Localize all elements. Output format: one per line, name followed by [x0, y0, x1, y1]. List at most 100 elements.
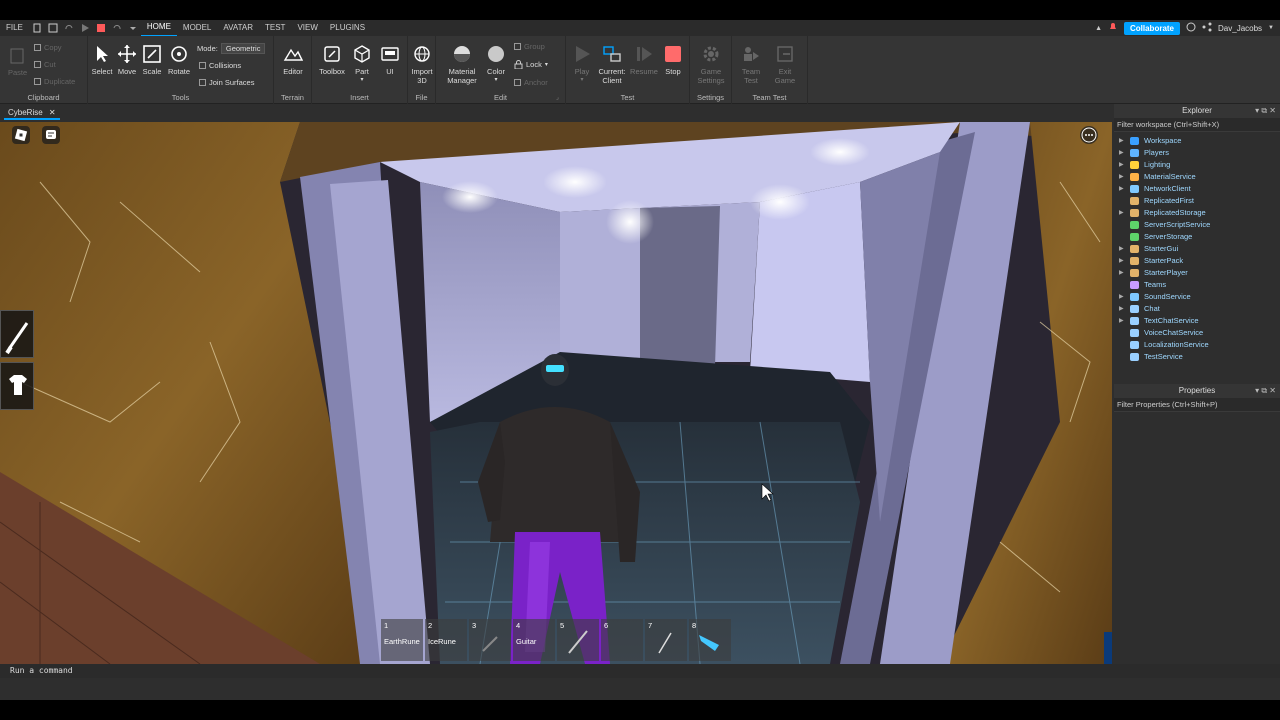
- explorer-item[interactable]: ReplicatedFirst: [1114, 195, 1280, 207]
- new-file-icon[interactable]: [32, 23, 42, 33]
- anchor-button[interactable]: Anchor: [514, 78, 548, 87]
- tab-avatar[interactable]: AVATAR: [217, 20, 259, 36]
- hotbar-slot-7[interactable]: 7: [645, 619, 687, 661]
- stop-small-icon[interactable]: [96, 23, 106, 33]
- tab-test[interactable]: TEST: [259, 20, 291, 36]
- team-test-button[interactable]: Team Test: [736, 44, 766, 85]
- expand-arrow-icon[interactable]: ▶: [1119, 255, 1124, 267]
- material-manager-button[interactable]: Material Manager: [444, 44, 480, 85]
- group-button[interactable]: Group: [514, 42, 545, 51]
- hotbar-slot-3[interactable]: 3: [469, 619, 511, 661]
- explorer-item[interactable]: ▶ StarterPack: [1114, 255, 1280, 267]
- hotbar-slot-8[interactable]: 8: [689, 619, 731, 661]
- roblox-menu-icon[interactable]: [12, 126, 30, 144]
- join-surfaces-toggle[interactable]: Join Surfaces: [199, 78, 254, 87]
- join-surfaces-checkbox[interactable]: [199, 79, 206, 86]
- notification-bell-icon[interactable]: [1108, 22, 1118, 34]
- undo-icon[interactable]: [112, 23, 122, 33]
- terrain-editor-button[interactable]: Editor: [280, 44, 306, 76]
- collisions-toggle[interactable]: Collisions: [199, 61, 241, 70]
- mode-selector[interactable]: Mode: Geometric: [197, 43, 266, 54]
- hotbar-slot-4[interactable]: 4 Guitar: [513, 619, 555, 661]
- properties-panel-controls[interactable]: ▾ ⧉ ✕: [1255, 384, 1276, 398]
- tab-plugins[interactable]: PLUGINS: [324, 20, 371, 36]
- hotbar-slot-2[interactable]: 2 IceRune: [425, 619, 467, 661]
- expand-arrow-icon[interactable]: ▶: [1119, 207, 1124, 219]
- command-bar-input[interactable]: Run a command: [0, 664, 1280, 678]
- more-options-icon[interactable]: [1080, 126, 1098, 144]
- game-viewport[interactable]: 1 EarthRune 2 IceRune 3 4 Guitar 5 6 7 8: [0, 122, 1112, 664]
- explorer-item[interactable]: Teams: [1114, 279, 1280, 291]
- explorer-item[interactable]: ▶ Players: [1114, 147, 1280, 159]
- help-icon[interactable]: [1186, 22, 1196, 34]
- hotbar-slot-6[interactable]: 6: [601, 619, 643, 661]
- collaborate-button[interactable]: Collaborate: [1124, 21, 1181, 35]
- share-icon[interactable]: [1202, 22, 1212, 34]
- duplicate-button[interactable]: Duplicate: [34, 77, 75, 86]
- explorer-item[interactable]: TestService: [1114, 351, 1280, 363]
- import-3d-button[interactable]: Import 3D: [409, 44, 435, 85]
- shirt-tool[interactable]: [0, 362, 34, 410]
- cut-button[interactable]: Cut: [34, 60, 56, 69]
- paintbrush-tool[interactable]: [0, 310, 34, 358]
- user-name[interactable]: Dav_Jacobs: [1218, 24, 1262, 33]
- tab-home[interactable]: HOME: [140, 19, 177, 37]
- hotbar-slot-1[interactable]: 1 EarthRune: [381, 619, 423, 661]
- explorer-item[interactable]: ServerScriptService: [1114, 219, 1280, 231]
- explorer-item[interactable]: ▶ Chat: [1114, 303, 1280, 315]
- color-button[interactable]: Color ▾: [484, 44, 508, 83]
- document-tab[interactable]: CybeRise ✕: [4, 106, 60, 120]
- expand-arrow-icon[interactable]: ▶: [1119, 159, 1124, 171]
- collapse-ribbon-icon[interactable]: ▲: [1095, 25, 1102, 32]
- expand-arrow-icon[interactable]: ▶: [1119, 171, 1124, 183]
- hotbar-slot-5[interactable]: 5: [557, 619, 599, 661]
- collisions-checkbox[interactable]: [199, 62, 206, 69]
- stop-button[interactable]: Stop: [660, 44, 686, 76]
- toolbox-button[interactable]: Toolbox: [316, 44, 348, 76]
- ui-button[interactable]: UI: [378, 44, 402, 76]
- expand-arrow-icon[interactable]: ▶: [1119, 183, 1124, 195]
- exit-game-button[interactable]: Exit Game: [770, 44, 800, 85]
- expand-arrow-icon[interactable]: ▶: [1119, 135, 1124, 147]
- part-button[interactable]: Part ▾: [350, 44, 374, 83]
- paste-button[interactable]: [8, 46, 26, 64]
- properties-filter-input[interactable]: Filter Properties (Ctrl+Shift+P): [1114, 398, 1280, 412]
- lock-button[interactable]: Lock ▾: [514, 60, 548, 69]
- save-icon[interactable]: [48, 23, 58, 33]
- explorer-item[interactable]: ▶ Lighting: [1114, 159, 1280, 171]
- file-menu[interactable]: FILE: [0, 20, 29, 36]
- quick-access-dropdown-icon[interactable]: [128, 23, 138, 33]
- select-button[interactable]: Select: [90, 44, 114, 76]
- expand-arrow-icon[interactable]: ▶: [1119, 303, 1124, 315]
- explorer-panel-controls[interactable]: ▾ ⧉ ✕: [1255, 104, 1276, 118]
- mode-dropdown[interactable]: Geometric: [220, 43, 266, 54]
- resume-button[interactable]: Resume: [630, 44, 658, 76]
- close-tab-icon[interactable]: ✕: [49, 108, 56, 117]
- explorer-item[interactable]: VoiceChatService: [1114, 327, 1280, 339]
- explorer-item[interactable]: LocalizationService: [1114, 339, 1280, 351]
- expand-arrow-icon[interactable]: ▶: [1119, 267, 1124, 279]
- explorer-item[interactable]: ServerStorage: [1114, 231, 1280, 243]
- chat-icon[interactable]: [42, 126, 60, 144]
- move-button[interactable]: Move: [115, 44, 139, 76]
- explorer-item[interactable]: ▶ Workspace: [1114, 135, 1280, 147]
- ribbon-expand-icon[interactable]: ⌟: [556, 94, 559, 101]
- rotate-button[interactable]: Rotate: [166, 44, 192, 76]
- explorer-item[interactable]: ▶ SoundService: [1114, 291, 1280, 303]
- copy-button[interactable]: Copy: [34, 43, 62, 52]
- explorer-item[interactable]: ▶ TextChatService: [1114, 315, 1280, 327]
- expand-arrow-icon[interactable]: ▶: [1119, 315, 1124, 327]
- expand-arrow-icon[interactable]: ▶: [1119, 147, 1124, 159]
- expand-arrow-icon[interactable]: ▶: [1119, 243, 1124, 255]
- explorer-item[interactable]: ▶ NetworkClient: [1114, 183, 1280, 195]
- game-settings-button[interactable]: Game Settings: [696, 44, 726, 85]
- explorer-item[interactable]: ▶ StarterGui: [1114, 243, 1280, 255]
- scale-button[interactable]: Scale: [140, 44, 164, 76]
- explorer-filter-input[interactable]: Filter workspace (Ctrl+Shift+X): [1114, 118, 1280, 132]
- user-dropdown-icon[interactable]: ▼: [1268, 25, 1274, 31]
- expand-arrow-icon[interactable]: ▶: [1119, 291, 1124, 303]
- tab-view[interactable]: VIEW: [291, 20, 323, 36]
- explorer-item[interactable]: ▶ MaterialService: [1114, 171, 1280, 183]
- explorer-item[interactable]: ▶ ReplicatedStorage: [1114, 207, 1280, 219]
- explorer-item[interactable]: ▶ StarterPlayer: [1114, 267, 1280, 279]
